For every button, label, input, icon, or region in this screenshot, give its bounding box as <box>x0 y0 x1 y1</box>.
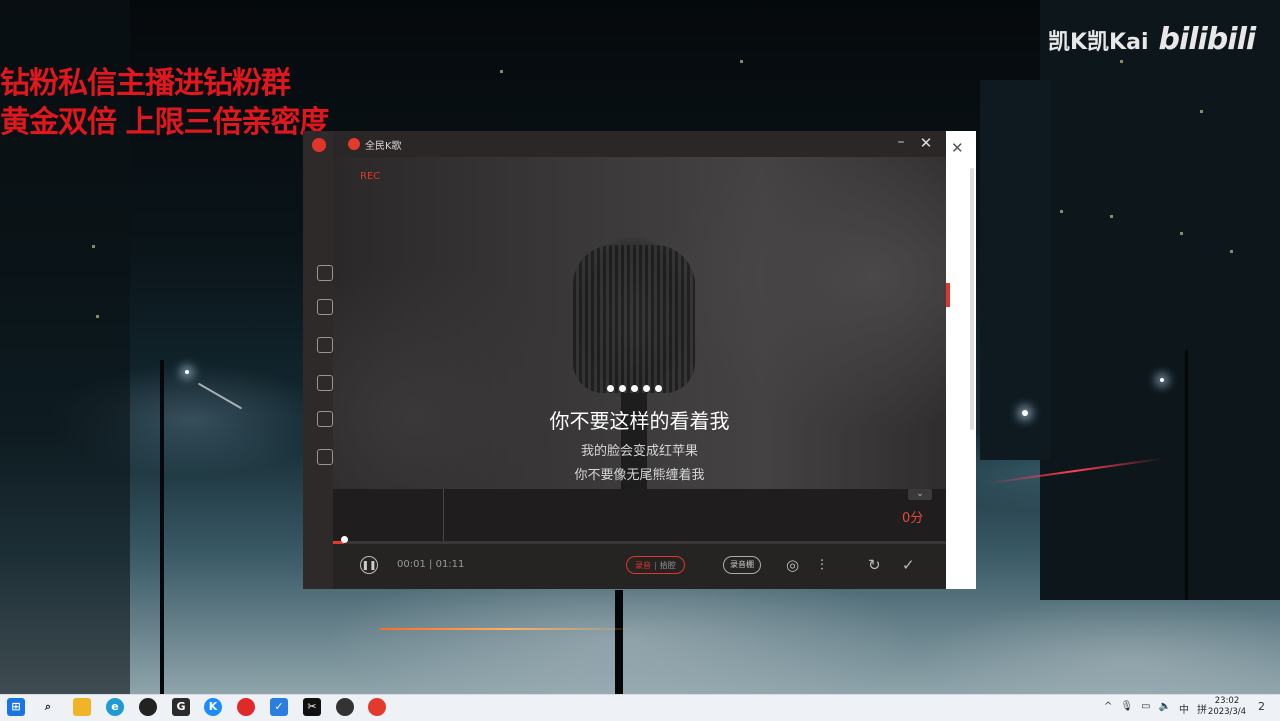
minimize-button[interactable]: – <box>894 134 908 150</box>
windows-taskbar: ⊞ ⌕ e G K ✓ ✂ ^ 🎙 ▭ 🔈 中 拼 23:02 2023/3/4… <box>0 694 1280 721</box>
stream-promo-text: 钻粉私信主播进钻粉群 黄金双倍 上限三倍亲密度 <box>0 64 329 142</box>
volume-icon[interactable]: 🔈 <box>1159 701 1171 716</box>
streamer-name: 凯K凯Kai <box>1048 29 1149 55</box>
kugou-music-icon[interactable]: K <box>204 698 222 716</box>
pitch-graph: ⌄ 0分 <box>333 489 946 541</box>
time-total: 01:11 <box>435 559 465 570</box>
time-separator: | <box>429 559 433 570</box>
capcut-icon[interactable]: ✂ <box>303 698 321 716</box>
notification-icon[interactable]: 2 <box>1258 700 1265 713</box>
countdown-dots <box>607 385 662 392</box>
soundcard-button[interactable]: 录音棚 <box>723 556 761 574</box>
quanmin-kge-icon[interactable] <box>368 698 386 716</box>
time-current: 00:01 <box>397 559 426 570</box>
window-title: 全民K歌 <box>365 141 402 152</box>
monitor-icon[interactable] <box>317 375 333 391</box>
mode-record-option[interactable]: 录音 <box>635 557 651 573</box>
promo-line-2: 黄金双倍 上限三倍亲密度 <box>0 105 329 140</box>
comment-icon[interactable] <box>317 299 333 315</box>
playback-controls: ❚❚ 00:01 | 01:11 录音 | 拾腔 录音棚 ◎ ⫶ ↻ ✓ <box>333 544 946 589</box>
chevron-down-icon[interactable]: ⌄ <box>908 489 932 500</box>
qq-penguin-icon[interactable] <box>139 698 157 716</box>
tray-expand-icon[interactable]: ^ <box>1104 701 1112 716</box>
kge-logo-icon <box>348 138 360 150</box>
background-close-icon[interactable]: ✕ <box>951 139 964 157</box>
lyric-next-line-2: 你不要像无尾熊缠着我 <box>574 468 705 483</box>
streamer-watermark: 凯K凯Kai bilibili <box>1048 22 1256 57</box>
edge-browser-icon[interactable]: e <box>106 698 124 716</box>
microphone-icon[interactable]: 🎙 <box>1120 701 1133 716</box>
score-label: 0分 <box>902 511 924 526</box>
kge-recording-window: 全民K歌 – ✕ REC 你不要这样的看着我 我的脸会变成红苹果 你不要像无尾熊… <box>333 131 946 589</box>
bilibili-logo: bilibili <box>1158 22 1256 57</box>
search-icon[interactable]: ⌕ <box>39 698 57 716</box>
app-check-icon[interactable]: ✓ <box>270 698 288 716</box>
microphone-image <box>573 245 695 393</box>
netease-music-icon[interactable] <box>237 698 255 716</box>
thumbs-up-icon[interactable] <box>317 265 333 281</box>
app-g-icon[interactable]: G <box>172 698 190 716</box>
pause-button[interactable]: ❚❚ <box>360 556 378 574</box>
restart-icon[interactable]: ↻ <box>868 556 881 574</box>
background-side-tab[interactable] <box>946 283 950 307</box>
tool-icon[interactable] <box>317 449 333 465</box>
video-icon[interactable] <box>317 337 333 353</box>
mode-toggle[interactable]: 录音 | 拾腔 <box>626 556 685 574</box>
clock-time: 23:02 <box>1214 696 1240 706</box>
lyric-next-line: 我的脸会变成红苹果 <box>580 444 698 459</box>
background-scrollbar[interactable] <box>970 168 974 430</box>
rec-indicator: REC <box>360 171 381 182</box>
close-button[interactable]: ✕ <box>919 134 933 152</box>
mv-background-video: REC 你不要这样的看着我 我的脸会变成红苹果 你不要像无尾熊缠着我 <box>333 157 946 489</box>
checkmark-icon[interactable]: ✓ <box>902 556 915 574</box>
promo-line-1: 钻粉私信主播进钻粉群 <box>0 66 291 101</box>
clock-date: 2023/3/4 <box>1207 707 1247 717</box>
network-icon[interactable]: ▭ <box>1141 701 1150 716</box>
file-explorer-icon[interactable] <box>73 698 91 716</box>
input-language[interactable]: 中 <box>1179 701 1189 716</box>
mode-sing-option[interactable]: 拾腔 <box>660 557 676 573</box>
app-ball-icon[interactable] <box>336 698 354 716</box>
title-bar[interactable]: 全民K歌 – ✕ <box>333 131 946 157</box>
list-icon[interactable] <box>317 411 333 427</box>
windows-start-icon[interactable]: ⊞ <box>7 698 25 716</box>
background-app-logo-icon <box>312 138 326 152</box>
lyric-current-line: 你不要这样的看着我 <box>549 409 730 433</box>
tuner-icon[interactable]: ◎ <box>786 556 799 574</box>
equalizer-icon[interactable]: ⫶ <box>820 556 824 574</box>
notification-count: 2 <box>1258 700 1265 713</box>
pitch-cursor-line <box>443 489 444 541</box>
taskbar-clock[interactable]: 23:02 2023/3/4 <box>1206 696 1248 718</box>
system-tray: ^ 🎙 ▭ 🔈 中 拼 <box>1104 701 1207 716</box>
progress-knob[interactable] <box>341 536 349 543</box>
time-display: 00:01 | 01:11 <box>397 559 464 570</box>
